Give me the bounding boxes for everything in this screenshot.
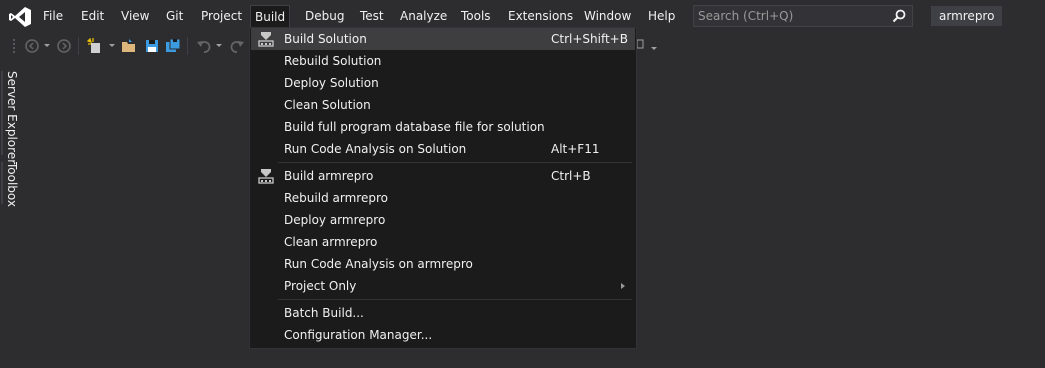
toolbox-tab[interactable]: Toolbox	[3, 162, 19, 207]
toolbar-overflow-icon[interactable]	[637, 39, 645, 51]
menu-item-label: Configuration Manager...	[284, 328, 433, 342]
navigate-back-icon[interactable]	[24, 38, 40, 54]
menu-item-label: Clean Solution	[284, 98, 371, 112]
search-input[interactable]: Search (Ctrl+Q)	[693, 5, 913, 27]
menu-item-label: Build Solution	[284, 32, 367, 46]
menu-item-rebuild-project[interactable]: Rebuild armrepro	[251, 187, 635, 209]
menu-analyze[interactable]: Analyze	[396, 6, 451, 26]
menu-file[interactable]: File	[39, 6, 67, 26]
menu-edit[interactable]: Edit	[77, 6, 108, 26]
toolbar-separator	[78, 37, 79, 55]
menu-item-label: Run Code Analysis on Solution	[284, 142, 467, 156]
menu-item-label: Build full program database file for sol…	[284, 120, 545, 134]
menu-item-deploy-project[interactable]: Deploy armrepro	[251, 209, 635, 231]
menu-item-batch-build[interactable]: Batch Build...	[251, 302, 635, 324]
menu-item-run-code-analysis-solution[interactable]: Run Code Analysis on Solution Alt+F11	[251, 138, 635, 160]
menu-item-label: Project Only	[284, 279, 357, 293]
search-icon[interactable]	[892, 9, 906, 23]
toolbar-grip[interactable]	[12, 38, 16, 54]
menu-item-project-only[interactable]: Project Only	[251, 275, 635, 297]
build-icon	[258, 32, 274, 47]
menu-item-build-solution[interactable]: Build Solution Ctrl+Shift+B	[251, 28, 635, 50]
menu-view[interactable]: View	[117, 6, 153, 26]
save-all-icon[interactable]	[165, 38, 181, 54]
undo-dropdown-arrow-icon[interactable]	[216, 44, 222, 47]
undo-icon[interactable]	[196, 38, 212, 54]
menu-build[interactable]: Build	[250, 5, 291, 29]
server-explorer-tab[interactable]: Server Explorer	[3, 71, 19, 164]
menu-item-rebuild-solution[interactable]: Rebuild Solution	[251, 50, 635, 72]
solution-name-badge: armrepro	[931, 6, 1003, 26]
navigate-forward-icon[interactable]	[56, 38, 72, 54]
menu-item-deploy-solution[interactable]: Deploy Solution	[251, 72, 635, 94]
side-dock-tabs: Server Explorer Toolbox	[0, 65, 22, 368]
menu-item-label: Clean armrepro	[284, 235, 378, 249]
menu-item-label: Rebuild Solution	[284, 54, 382, 68]
new-dropdown-arrow-icon[interactable]	[109, 44, 115, 47]
menu-item-clean-project[interactable]: Clean armrepro	[251, 231, 635, 253]
menu-item-build-project[interactable]: Build armrepro Ctrl+B	[251, 165, 635, 187]
back-dropdown-arrow-icon[interactable]	[44, 44, 50, 47]
menu-item-run-code-analysis-project[interactable]: Run Code Analysis on armrepro	[251, 253, 635, 275]
menu-project[interactable]: Project	[197, 6, 246, 26]
menu-debug[interactable]: Debug	[301, 6, 348, 26]
menu-item-label: Run Code Analysis on armrepro	[284, 257, 473, 271]
menu-item-label: Rebuild armrepro	[284, 191, 388, 205]
menu-window[interactable]: Window	[580, 6, 635, 26]
menu-item-clean-solution[interactable]: Clean Solution	[251, 94, 635, 116]
menu-tools[interactable]: Tools	[457, 6, 495, 26]
menu-separator	[278, 299, 632, 300]
redo-icon[interactable]	[229, 38, 245, 54]
open-file-icon[interactable]	[121, 38, 137, 54]
build-icon	[258, 169, 274, 184]
menu-help[interactable]: Help	[644, 6, 679, 26]
menu-extensions[interactable]: Extensions	[504, 6, 577, 26]
menu-item-configuration-manager[interactable]: Configuration Manager...	[251, 324, 635, 346]
menu-test[interactable]: Test	[356, 6, 388, 26]
search-placeholder: Search (Ctrl+Q)	[698, 9, 794, 23]
menu-item-label: Deploy armrepro	[284, 213, 386, 227]
new-project-icon[interactable]	[87, 38, 103, 54]
menu-item-shortcut: Ctrl+B	[551, 169, 591, 183]
menu-item-shortcut: Alt+F11	[551, 142, 600, 156]
build-menu-dropdown: Build Solution Ctrl+Shift+B Rebuild Solu…	[249, 27, 637, 349]
menu-item-label: Deploy Solution	[284, 76, 379, 90]
menu-separator	[278, 162, 632, 163]
visual-studio-logo-icon[interactable]	[8, 6, 32, 28]
menu-item-label: Batch Build...	[284, 306, 364, 320]
toolbar-options-arrow-icon[interactable]	[651, 47, 657, 50]
save-icon[interactable]	[144, 38, 160, 54]
submenu-arrow-icon	[621, 283, 625, 289]
menu-item-shortcut: Ctrl+Shift+B	[551, 32, 628, 46]
menu-item-build-full-pdb[interactable]: Build full program database file for sol…	[251, 116, 635, 138]
toolbar-separator	[187, 37, 188, 55]
menu-item-label: Build armrepro	[284, 169, 374, 183]
menu-git[interactable]: Git	[162, 6, 187, 26]
